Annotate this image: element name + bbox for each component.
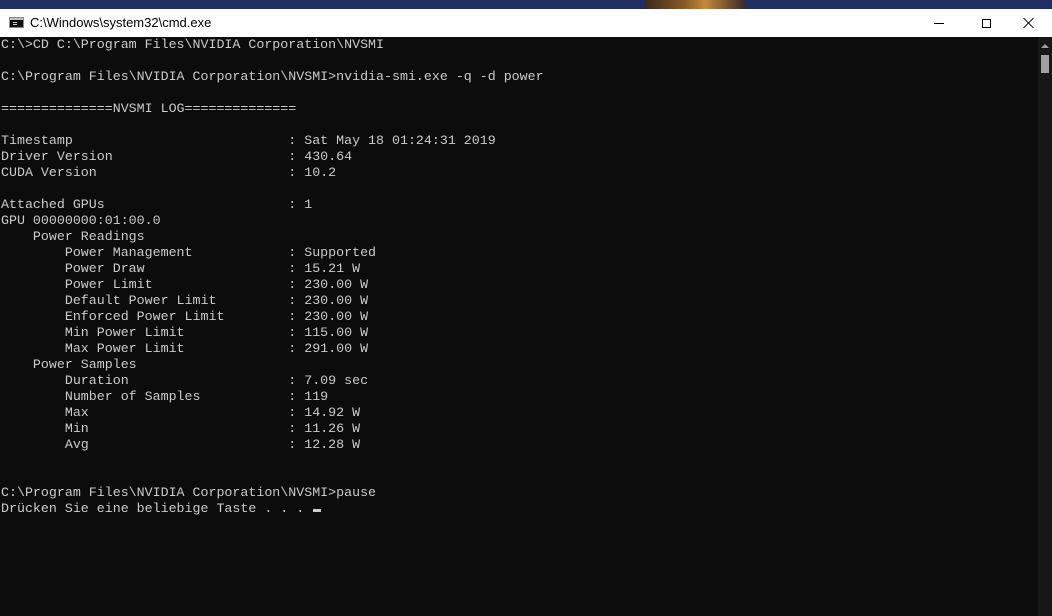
console-line: Power Management : Supported <box>1 245 377 260</box>
console-line: Default Power Limit : 230.00 W <box>1 293 369 308</box>
console-line: Max Power Limit : 291.00 W <box>1 341 369 356</box>
console-line: Duration : 7.09 sec <box>1 373 369 388</box>
minimize-icon <box>934 22 944 24</box>
console-line: Min Power Limit : 115.00 W <box>1 325 369 340</box>
pause-prompt-line: Drücken Sie eine beliebige Taste . . . <box>1 501 313 516</box>
cmd-window: C:\Windows\system32\cmd.exe C:\>CD C:\Pr… <box>0 9 1052 616</box>
vertical-scrollbar[interactable] <box>1038 37 1052 616</box>
console-line: Attached GPUs : 1 <box>1 197 313 212</box>
close-button[interactable] <box>1006 9 1052 37</box>
console-line: Power Samples <box>1 357 137 372</box>
console-app-icon[interactable] <box>9 17 24 28</box>
console-line: Number of Samples : 119 <box>1 389 329 404</box>
console-line: Avg : 12.28 W <box>1 437 361 452</box>
console-line: Timestamp : Sat May 18 01:24:31 2019 <box>1 133 496 148</box>
console-line: Enforced Power Limit : 230.00 W <box>1 309 369 324</box>
console-line: GPU 00000000:01:00.0 <box>1 213 161 228</box>
console-output-area[interactable]: C:\>CD C:\Program Files\NVIDIA Corporati… <box>0 37 1038 616</box>
desktop-background-strip <box>0 0 1052 9</box>
console-line: Power Readings <box>1 229 145 244</box>
wallpaper-fragment <box>645 0 745 9</box>
scroll-up-arrow-button[interactable] <box>1038 37 1052 54</box>
console-line: C:\Program Files\NVIDIA Corporation\NVSM… <box>1 69 544 84</box>
maximize-button[interactable] <box>963 9 1009 37</box>
console-text: C:\>CD C:\Program Files\NVIDIA Corporati… <box>0 37 1038 517</box>
console-line: Max : 14.92 W <box>1 405 361 420</box>
maximize-icon <box>981 18 991 28</box>
title-bar[interactable]: C:\Windows\system32\cmd.exe <box>0 9 1052 37</box>
window-title: C:\Windows\system32\cmd.exe <box>30 15 212 30</box>
console-line: Power Draw : 15.21 W <box>1 261 361 276</box>
console-line: C:\>CD C:\Program Files\NVIDIA Corporati… <box>1 37 385 52</box>
console-line: ==============NVSMI LOG============== <box>1 101 297 116</box>
console-line: Power Limit : 230.00 W <box>1 277 369 292</box>
scroll-up-arrow-icon <box>1041 43 1049 48</box>
console-line: Driver Version : 430.64 <box>1 149 353 164</box>
scroll-thumb[interactable] <box>1041 55 1049 73</box>
close-icon <box>1023 17 1035 29</box>
minimize-button[interactable] <box>916 9 962 37</box>
text-cursor <box>313 509 322 512</box>
console-line: C:\Program Files\NVIDIA Corporation\NVSM… <box>1 485 377 500</box>
console-line: Min : 11.26 W <box>1 421 361 436</box>
console-line: CUDA Version : 10.2 <box>1 165 337 180</box>
